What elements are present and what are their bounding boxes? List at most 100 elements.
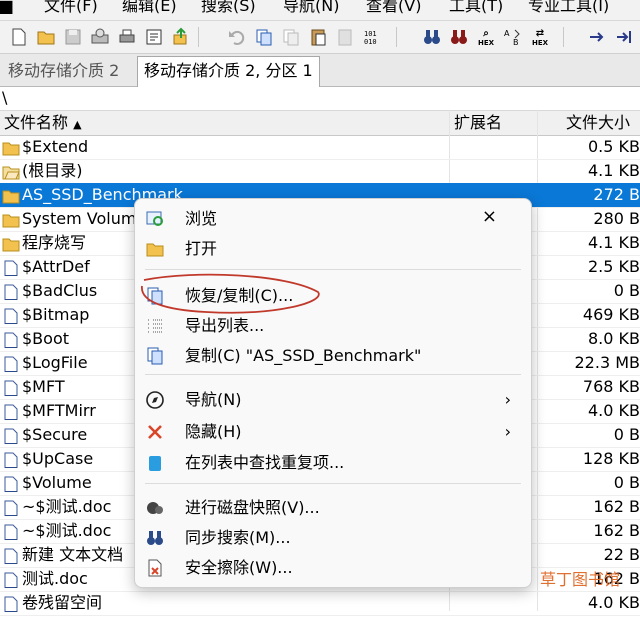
path-bar: \ xyxy=(0,87,640,109)
open-folder-icon[interactable] xyxy=(35,26,57,48)
column-name-header[interactable]: 文件名称 ▲ xyxy=(4,111,82,135)
menu-item-sync-search[interactable]: 同步搜索(M)... xyxy=(135,525,531,551)
export-list-icon xyxy=(145,316,165,336)
svg-text:B: B xyxy=(513,38,519,47)
folder-icon xyxy=(2,187,20,203)
menu-item-label: 进行磁盘快照(V)... xyxy=(185,495,320,521)
column-size-header[interactable]: 文件大小 xyxy=(566,111,630,135)
svg-text:A: A xyxy=(504,29,510,38)
menu-item-find-duplicates[interactable]: 在列表中查找重复项... xyxy=(135,450,531,476)
svg-text:101: 101 xyxy=(364,30,377,38)
menu-item-label: 在列表中查找重复项... xyxy=(185,450,344,476)
file-icon xyxy=(2,355,20,371)
table-row[interactable]: (根目录)4.1 KB xyxy=(0,159,640,184)
secure-erase-icon xyxy=(145,558,165,578)
properties-icon[interactable] xyxy=(143,26,165,48)
hex-search-icon[interactable]: ⌕HEX xyxy=(475,26,497,48)
menu-separator xyxy=(145,374,521,375)
copy-disabled-icon[interactable] xyxy=(280,26,302,48)
menu-item-label: 同步搜索(M)... xyxy=(185,525,291,551)
file-icon xyxy=(2,451,20,467)
file-size: 162 B xyxy=(593,519,640,543)
menu-item-disk-snapshot[interactable]: 进行磁盘快照(V)... xyxy=(135,495,531,521)
menu-tools[interactable]: 工具(T) xyxy=(449,0,503,14)
file-size: 272 B xyxy=(593,183,640,207)
column-extension-header[interactable]: 扩展名 xyxy=(454,111,502,135)
toolbar: 101010 ⌕HEX AB ⇄HEX xyxy=(0,21,640,54)
hex-replace-icon[interactable]: ⇄HEX xyxy=(529,26,551,48)
file-name: 卷残留空间 xyxy=(22,591,102,615)
folder-icon xyxy=(2,211,20,227)
find-red-binoculars-icon[interactable] xyxy=(448,26,470,48)
tab-storage-2[interactable]: 移动存储介质 2 xyxy=(2,57,125,85)
paste-disabled-icon[interactable] xyxy=(334,26,356,48)
file-name: (根目录) xyxy=(22,159,83,183)
goto-end-icon[interactable] xyxy=(613,26,635,48)
disk-snapshot-icon xyxy=(145,498,165,518)
menu-edit[interactable]: 编辑(E) xyxy=(122,0,177,14)
app-menu-icon[interactable]: ▆ xyxy=(0,0,14,14)
menu-view[interactable]: 查看(V) xyxy=(366,0,421,14)
menu-item-open[interactable]: 打开 xyxy=(135,236,531,262)
menu-search[interactable]: 搜索(S) xyxy=(201,0,256,14)
file-name: 测试.doc xyxy=(22,567,88,591)
find-binoculars-icon[interactable] xyxy=(421,26,443,48)
printer-icon[interactable] xyxy=(116,26,138,48)
annotation-circle xyxy=(136,272,326,318)
file-size: 280 B xyxy=(593,207,640,231)
file-name: $BadClus xyxy=(22,279,97,303)
menu-item-browse[interactable]: 浏览 xyxy=(135,206,531,232)
menu-navigate[interactable]: 导航(N) xyxy=(283,0,339,14)
new-file-icon[interactable] xyxy=(8,26,30,48)
menu-item-secure-erase[interactable]: 安全擦除(W)... xyxy=(135,555,531,581)
browse-icon xyxy=(145,209,165,229)
file-icon xyxy=(2,547,20,563)
paste-icon[interactable] xyxy=(307,26,329,48)
file-icon xyxy=(2,523,20,539)
menu-item-copy-name[interactable]: 复制(C) "AS_SSD_Benchmark" xyxy=(135,343,531,369)
goto-arrow-icon[interactable] xyxy=(586,26,608,48)
menu-item-hide[interactable]: 隐藏(H)› xyxy=(135,419,531,445)
file-icon xyxy=(2,331,20,347)
file-name: $LogFile xyxy=(22,351,88,375)
file-name: ~$测试.doc xyxy=(22,495,111,519)
copy-icon[interactable] xyxy=(253,26,275,48)
undo-icon[interactable] xyxy=(226,26,248,48)
svg-text:010: 010 xyxy=(364,38,377,46)
menu-pro-tools[interactable]: 专业工具(I) xyxy=(528,0,609,14)
file-icon xyxy=(2,379,20,395)
file-name: $MFT xyxy=(22,375,65,399)
menu-file[interactable]: 文件(F) xyxy=(44,0,98,14)
table-header: 文件名称 ▲ 扩展名 文件大小 xyxy=(0,110,640,136)
file-name: $AttrDef xyxy=(22,255,90,279)
sort-ascending-icon: ▲ xyxy=(73,118,81,131)
table-row[interactable]: 卷残留空间4.0 KB xyxy=(0,591,640,616)
compass-icon xyxy=(145,390,165,410)
menu-item-label: 导航(N) xyxy=(185,387,241,413)
folder-icon xyxy=(145,239,165,259)
folder-icon xyxy=(2,139,20,155)
replace-icon[interactable]: AB xyxy=(502,26,524,48)
menu-item-label: 隐藏(H) xyxy=(185,419,242,445)
file-icon xyxy=(2,307,20,323)
folder-icon xyxy=(2,235,20,251)
menu-item-label: 复制(C) "AS_SSD_Benchmark" xyxy=(185,343,421,369)
save-icon[interactable] xyxy=(62,26,84,48)
file-name: 新建 文本文档 xyxy=(22,543,123,567)
menu-separator xyxy=(145,269,521,270)
file-icon xyxy=(2,571,20,587)
file-size: 0 B xyxy=(614,423,640,447)
file-name: ~$测试.doc xyxy=(22,519,111,543)
table-row[interactable]: $Extend0.5 KB xyxy=(0,135,640,160)
file-size: 4.1 KB xyxy=(588,231,640,255)
binary-icon[interactable]: 101010 xyxy=(361,26,383,48)
menu-item-navigate[interactable]: 导航(N)› xyxy=(135,387,531,413)
tab-storage-2-partition-1[interactable]: 移动存储介质 2, 分区 1 xyxy=(137,56,320,87)
file-icon xyxy=(2,403,20,419)
export-icon[interactable] xyxy=(170,26,192,48)
disk-icon[interactable] xyxy=(89,26,111,48)
file-size: 0.5 KB xyxy=(588,135,640,159)
context-menu: × 浏览打开恢复/复制(C)...导出列表...复制(C) "AS_SSD_Be… xyxy=(134,198,532,588)
watermark: 草丁图书馆 xyxy=(540,566,620,590)
file-icon xyxy=(2,283,20,299)
